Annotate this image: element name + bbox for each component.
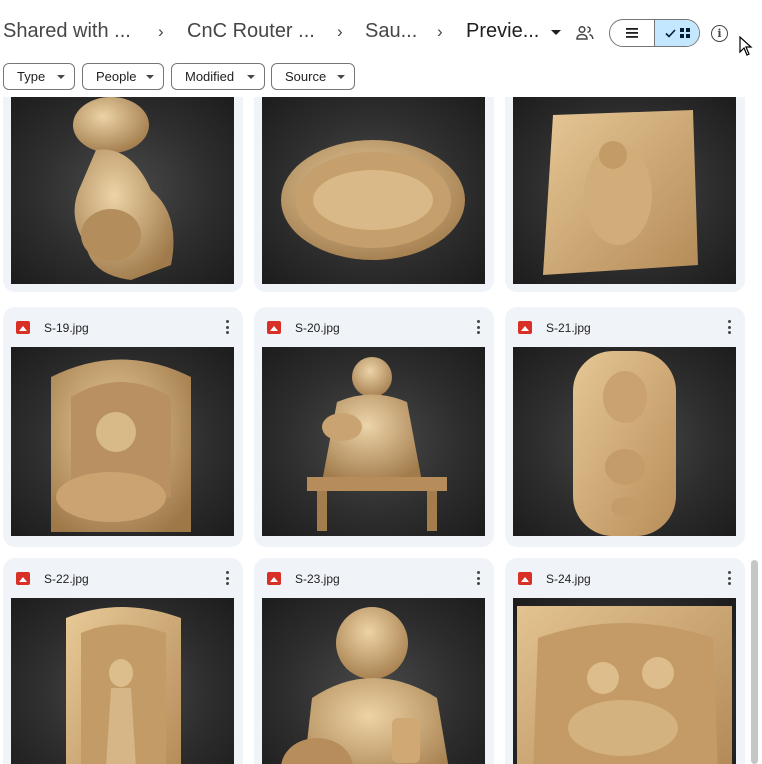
file-grid: S-19.jpg S-20.jpg S-21.jpg S-22.jpg S-23…: [0, 97, 750, 764]
grid-view-icon: [679, 28, 690, 38]
image-thumbnail: [262, 97, 485, 284]
image-file-icon: [267, 572, 281, 585]
more-vert-icon[interactable]: [476, 320, 480, 334]
top-bar: Shared with ... › CnC Router ... › Sau..…: [0, 0, 762, 62]
image-thumbnail: [513, 97, 736, 284]
card-header: S-22.jpg: [3, 558, 243, 598]
file-card[interactable]: S-24.jpg: [505, 558, 745, 764]
file-card[interactable]: S-19.jpg: [3, 307, 243, 547]
breadcrumb-item[interactable]: CnC Router ...: [187, 20, 315, 43]
breadcrumb-separator: ›: [158, 22, 164, 41]
image-file-icon: [16, 572, 30, 585]
card-header: S-21.jpg: [505, 307, 745, 347]
file-name: S-19.jpg: [44, 321, 89, 335]
image-file-icon: [518, 572, 532, 585]
image-file-icon: [267, 321, 281, 334]
breadcrumb-separator: ›: [437, 22, 443, 41]
image-thumbnail: [11, 347, 234, 536]
card-header: S-24.jpg: [505, 558, 745, 598]
folder-menu-caret-icon[interactable]: [551, 30, 561, 35]
image-file-icon: [16, 321, 30, 334]
source-filter-chip[interactable]: Source: [271, 63, 355, 90]
file-card[interactable]: S-20.jpg: [254, 307, 494, 547]
info-icon[interactable]: i: [711, 25, 728, 42]
file-card[interactable]: S-22.jpg: [3, 558, 243, 764]
type-filter-chip[interactable]: Type: [3, 63, 75, 90]
grid-view-button[interactable]: [654, 20, 699, 46]
dropdown-arrow-icon: [247, 75, 255, 79]
chip-label: Modified: [185, 69, 235, 84]
file-card[interactable]: S-21.jpg: [505, 307, 745, 547]
modified-filter-chip[interactable]: Modified: [171, 63, 265, 90]
view-toggle: [609, 19, 700, 47]
image-thumbnail: [11, 598, 234, 764]
breadcrumb-current-folder[interactable]: Previe...: [466, 20, 539, 43]
breadcrumb-separator: ›: [337, 22, 343, 41]
more-vert-icon[interactable]: [225, 571, 229, 585]
check-icon: [664, 28, 676, 38]
card-header: S-19.jpg: [3, 307, 243, 347]
file-card[interactable]: S-23.jpg: [254, 558, 494, 764]
mouse-pointer-icon: [739, 36, 753, 56]
file-name: S-21.jpg: [546, 321, 591, 335]
list-view-button[interactable]: [610, 20, 654, 46]
chip-label: People: [96, 69, 137, 84]
more-vert-icon[interactable]: [727, 320, 731, 334]
dropdown-arrow-icon: [57, 75, 65, 79]
file-card[interactable]: [505, 97, 745, 292]
dropdown-arrow-icon: [337, 75, 345, 79]
card-header: S-23.jpg: [254, 558, 494, 598]
breadcrumb-item[interactable]: Sau...: [365, 20, 417, 43]
vertical-scrollbar[interactable]: [751, 560, 758, 764]
image-thumbnail: [513, 347, 736, 536]
chip-label: Type: [17, 69, 46, 84]
chip-label: Source: [285, 69, 327, 84]
card-header: S-20.jpg: [254, 307, 494, 347]
more-vert-icon[interactable]: [727, 571, 731, 585]
file-name: S-22.jpg: [44, 572, 89, 586]
image-thumbnail: [11, 97, 234, 284]
image-file-icon: [518, 321, 532, 334]
image-thumbnail: [513, 598, 736, 764]
more-vert-icon[interactable]: [476, 571, 480, 585]
image-thumbnail: [262, 347, 485, 536]
list-view-icon: [626, 28, 638, 38]
file-name: S-20.jpg: [295, 321, 340, 335]
breadcrumb-item[interactable]: Shared with ...: [3, 20, 131, 43]
file-card[interactable]: [3, 97, 243, 292]
people-icon[interactable]: [576, 25, 594, 41]
file-name: S-23.jpg: [295, 572, 340, 586]
more-vert-icon[interactable]: [225, 320, 229, 334]
file-name: S-24.jpg: [546, 572, 591, 586]
dropdown-arrow-icon: [146, 75, 154, 79]
file-card[interactable]: [254, 97, 494, 292]
image-thumbnail: [262, 598, 485, 764]
people-filter-chip[interactable]: People: [82, 63, 164, 90]
